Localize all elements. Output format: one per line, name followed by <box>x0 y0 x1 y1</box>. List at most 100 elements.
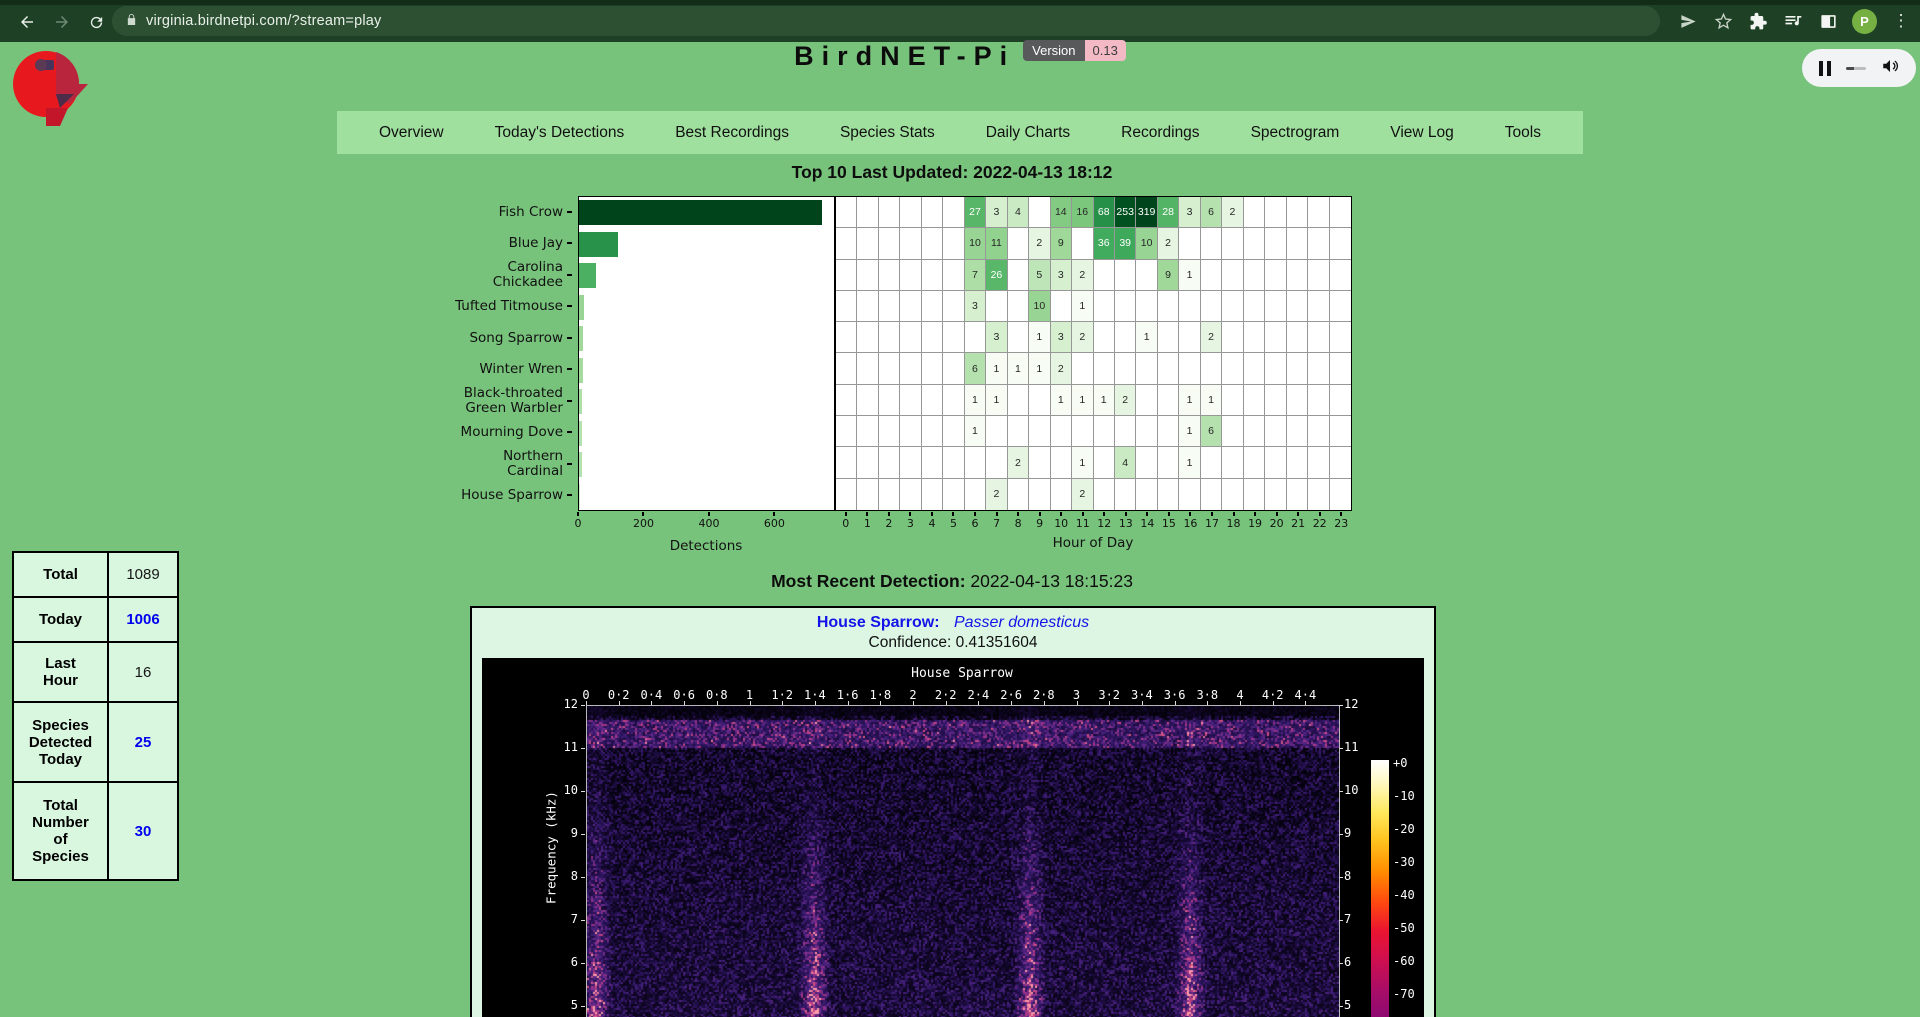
nav-item-tools[interactable]: Tools <box>1505 124 1541 142</box>
bookmark-star-icon[interactable] <box>1712 10 1734 32</box>
nav-item-species-stats[interactable]: Species Stats <box>840 124 935 142</box>
spectrogram-time-tickmark <box>978 701 979 705</box>
heatmap-cell <box>1179 228 1200 259</box>
side-panel-icon[interactable] <box>1817 10 1839 32</box>
spectrogram-freq-tick: 9 <box>1344 826 1382 840</box>
heatmap-cell: 3 <box>986 197 1007 228</box>
spectrogram-time-tickmark <box>782 701 783 705</box>
nav-item-today-s-detections[interactable]: Today's Detections <box>495 124 625 142</box>
back-icon[interactable] <box>10 5 44 39</box>
heatmap-cell <box>836 260 857 291</box>
heatmap-cell: 4 <box>1008 197 1029 228</box>
heatmap-cell <box>879 385 900 416</box>
heatmap-cell <box>857 385 878 416</box>
nav-item-daily-charts[interactable]: Daily Charts <box>986 124 1070 142</box>
audio-seek-bar[interactable] <box>1846 67 1866 70</box>
forward-icon[interactable] <box>45 5 79 39</box>
heatmap-cell <box>922 291 943 322</box>
nav-item-overview[interactable]: Overview <box>379 124 444 142</box>
nav-item-recordings[interactable]: Recordings <box>1121 124 1199 142</box>
spectrogram-time-tick: 2·4 <box>968 688 990 702</box>
heatmap-cell <box>1308 385 1329 416</box>
volume-icon[interactable] <box>1881 57 1899 80</box>
spectrogram-time-tick: 1·2 <box>771 688 793 702</box>
stats-label: Total <box>13 552 108 597</box>
heatmap-cell <box>836 197 857 228</box>
heatmap-cell <box>1136 416 1157 447</box>
reload-icon[interactable] <box>79 5 113 39</box>
heatmap-cell: 253 <box>1115 197 1136 228</box>
spectrogram-freq-tick: 7 <box>540 912 578 926</box>
heatmap-cell <box>836 228 857 259</box>
stats-value[interactable]: 25 <box>108 702 178 782</box>
hour-tick-label: 13 <box>1119 517 1133 530</box>
url-bar[interactable]: virginia.birdnetpi.com/?stream=play <box>112 6 1660 36</box>
audio-player[interactable] <box>1802 49 1916 87</box>
heatmap-cell <box>1222 447 1243 478</box>
heatmap-cell <box>1115 291 1136 322</box>
heatmap-cell <box>1029 447 1050 478</box>
heatmap-cell <box>1136 260 1157 291</box>
heatmap-cell <box>1179 479 1200 510</box>
spectrogram-time-tickmark <box>1175 701 1176 705</box>
heatmap-cell <box>1158 447 1179 478</box>
heatmap-cell <box>1287 479 1308 510</box>
spectrogram-freq-tick: 9 <box>540 826 578 840</box>
stats-value[interactable]: 1006 <box>108 597 178 642</box>
heatmap-cell <box>879 416 900 447</box>
profile-avatar[interactable]: P <box>1852 9 1877 34</box>
heatmap-cell <box>1244 353 1265 384</box>
heatmap-cell <box>1158 291 1179 322</box>
most-recent-label: Most Recent Detection: <box>771 571 965 591</box>
menu-dots-icon[interactable]: ⋮ <box>1890 10 1912 32</box>
spectrogram-image <box>586 705 1340 1017</box>
heatmap-cell <box>943 291 964 322</box>
heatmap-cell <box>943 479 964 510</box>
heatmap-cell: 2 <box>986 479 1007 510</box>
spectrogram-freq-tick: 11 <box>1344 740 1382 754</box>
stats-value: 1089 <box>108 552 178 597</box>
heatmap-cell <box>943 322 964 353</box>
heatmap-cell <box>1008 260 1029 291</box>
stats-label: SpeciesDetectedToday <box>13 702 108 782</box>
bar-axis-tick-label: 200 <box>633 517 654 530</box>
nav-item-best-recordings[interactable]: Best Recordings <box>675 124 789 142</box>
spectrogram-time-tick: 3·6 <box>1164 688 1186 702</box>
heatmap-cell <box>922 447 943 478</box>
heatmap-cell <box>900 447 921 478</box>
stats-value[interactable]: 30 <box>108 782 178 880</box>
spectrogram-freq-tick: 6 <box>540 955 578 969</box>
send-to-device-icon[interactable] <box>1677 10 1699 32</box>
heatmap-cell <box>922 260 943 291</box>
heatmap-cell <box>900 291 921 322</box>
spectrogram-time-tickmark <box>1011 701 1012 705</box>
heatmap-cell <box>1115 260 1136 291</box>
colorbar-tick: -70 <box>1393 987 1415 1001</box>
heatmap-cell <box>965 479 986 510</box>
heatmap-cell <box>1136 291 1157 322</box>
axis-tick <box>642 512 644 516</box>
playlist-extension-icon[interactable] <box>1782 10 1804 32</box>
heatmap-cell <box>1136 385 1157 416</box>
extensions-puzzle-icon[interactable] <box>1747 10 1769 32</box>
stats-table: Total1089Today1006LastHour16SpeciesDetec… <box>12 551 179 881</box>
heatmap-cell <box>1094 260 1115 291</box>
heatmap-cell <box>922 385 943 416</box>
heatmap-cell <box>1115 322 1136 353</box>
nav-item-spectrogram[interactable]: Spectrogram <box>1251 124 1340 142</box>
heatmap-cell <box>900 479 921 510</box>
heatmap-cell <box>1008 479 1029 510</box>
heatmap-cell <box>1008 291 1029 322</box>
axis-tick <box>952 512 954 516</box>
heatmap-cell: 2 <box>1072 322 1093 353</box>
heatmap-cell: 319 <box>1136 197 1157 228</box>
spectrogram-time-tickmark <box>1207 701 1208 705</box>
heatmap-cell: 2 <box>1072 260 1093 291</box>
detection-species-name[interactable]: House Sparrow: <box>817 614 940 631</box>
heatmap-cell <box>986 416 1007 447</box>
axis-tick <box>996 512 998 516</box>
pause-icon[interactable] <box>1819 61 1831 76</box>
lock-icon <box>126 13 137 29</box>
axis-tick <box>1146 512 1148 516</box>
nav-item-view-log[interactable]: View Log <box>1390 124 1453 142</box>
